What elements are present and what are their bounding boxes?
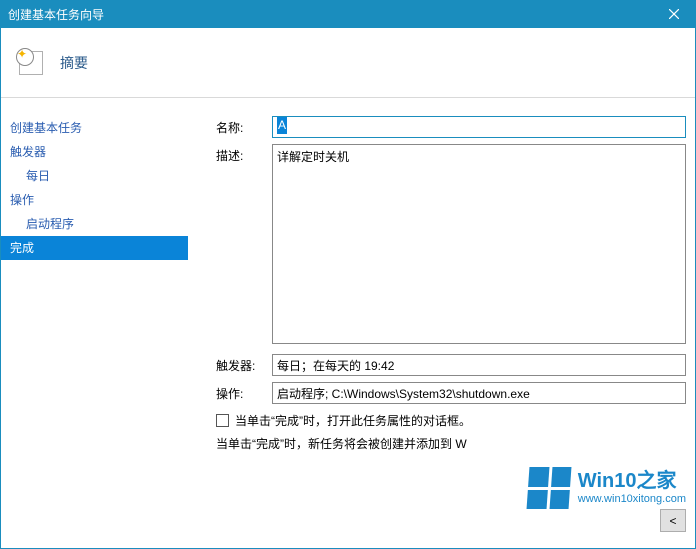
trigger-label: 触发器:: [216, 354, 272, 374]
open-properties-label: 当单击“完成”时，打开此任务属性的对话框。: [235, 412, 471, 429]
action-label: 操作:: [216, 382, 272, 402]
desc-label: 描述:: [216, 144, 272, 164]
sidebar-step-3[interactable]: 操作: [0, 188, 188, 212]
sidebar-step-0[interactable]: 创建基本任务: [0, 116, 188, 140]
trigger-row: 触发器: 每日；在每天的 19:42: [216, 354, 686, 376]
page-title: 摘要: [60, 53, 88, 73]
close-button[interactable]: [652, 0, 696, 28]
close-icon: [669, 9, 679, 19]
action-value: 启动程序; C:\Windows\System32\shutdown.exe: [272, 382, 686, 404]
back-button[interactable]: <: [660, 509, 686, 532]
wizard-content: 名称: A 描述: 触发器: 每日；在每天的 19:42 操作: 启动程序; C…: [188, 98, 696, 538]
action-row: 操作: 启动程序; C:\Windows\System32\shutdown.e…: [216, 382, 686, 404]
finish-info-text: 当单击“完成”时，新任务将会被创建并添加到 W: [216, 435, 686, 452]
window-title: 创建基本任务向导: [8, 6, 104, 23]
open-properties-checkbox[interactable]: [216, 414, 229, 427]
wizard-body: 创建基本任务触发器每日操作启动程序完成 名称: A 描述: 触发器: 每日；在每…: [0, 98, 696, 538]
sidebar-step-4[interactable]: 启动程序: [0, 212, 188, 236]
title-bar: 创建基本任务向导: [0, 0, 696, 28]
sidebar-step-1[interactable]: 触发器: [0, 140, 188, 164]
name-value: A: [277, 117, 287, 134]
sidebar-step-2[interactable]: 每日: [0, 164, 188, 188]
wizard-buttons: <: [660, 509, 686, 532]
name-input[interactable]: A: [272, 116, 686, 138]
name-label: 名称:: [216, 116, 272, 136]
sidebar-step-5[interactable]: 完成: [0, 236, 188, 260]
desc-row: 描述:: [216, 144, 686, 344]
wizard-icon: ✦: [16, 48, 46, 78]
wizard-sidebar: 创建基本任务触发器每日操作启动程序完成: [0, 98, 188, 538]
open-properties-row[interactable]: 当单击“完成”时，打开此任务属性的对话框。: [216, 412, 686, 429]
name-row: 名称: A: [216, 116, 686, 138]
trigger-value: 每日；在每天的 19:42: [272, 354, 686, 376]
desc-textarea[interactable]: [272, 144, 686, 344]
wizard-header: ✦ 摘要: [0, 28, 696, 98]
